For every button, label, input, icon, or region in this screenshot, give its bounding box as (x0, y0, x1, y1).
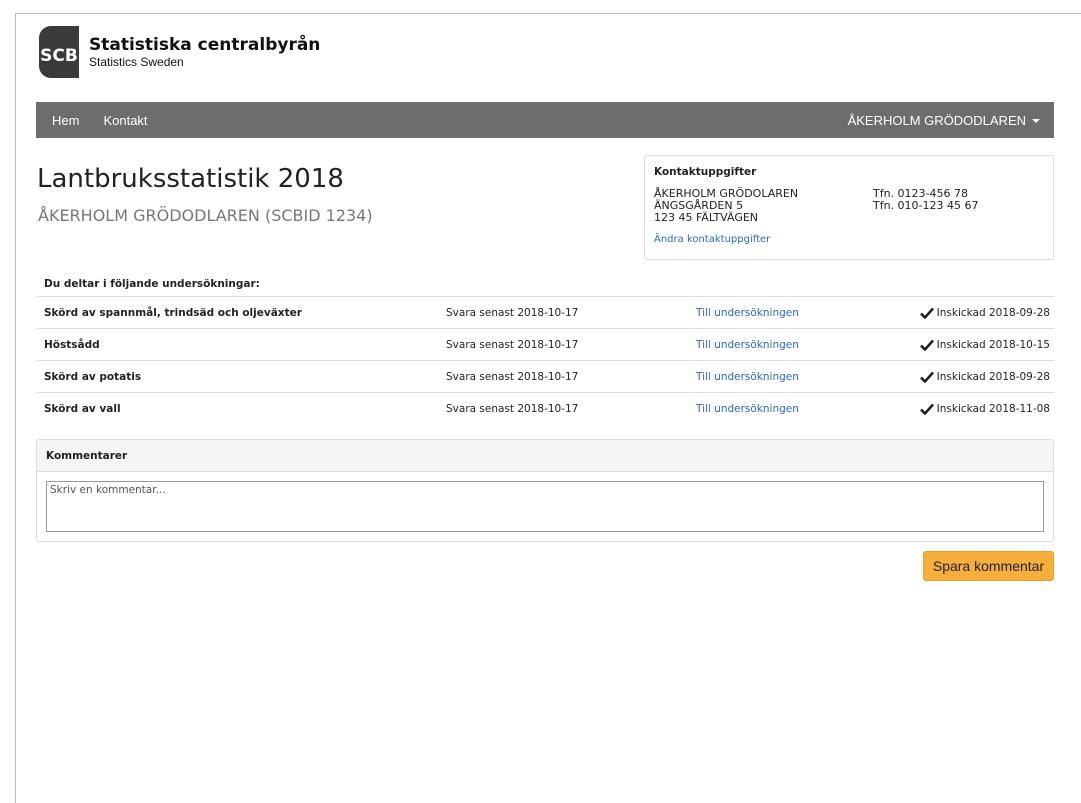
user-menu[interactable]: ÅKERHOLM GRÖDODLAREN (848, 113, 1040, 128)
survey-open-link[interactable]: Till undersökningen (696, 371, 916, 383)
survey-status-text: Inskickad 2018-09-28 (936, 306, 1050, 319)
phone-line: Tfn. 010-123 45 67 (873, 199, 979, 212)
survey-row: Skörd av spannmål, trindsäd och oljeväxt… (36, 296, 1054, 328)
brand-subtitle: Statistics Sweden (89, 54, 184, 69)
survey-status: Inskickad 2018-10-15 (916, 339, 1054, 351)
contact-heading: Kontaktuppgifter (654, 166, 757, 178)
comment-input[interactable] (46, 481, 1044, 532)
contact-details: ÅKERHOLM GRÖDOLAREN ÄNGSGÅRDEN 5 123 45 … (654, 188, 1044, 224)
comments-heading: Kommentarer (37, 440, 1053, 472)
checkmark-icon (919, 307, 934, 319)
nav-item-hem[interactable]: Hem (52, 113, 79, 128)
survey-row: Skörd av vall Svara senast 2018-10-17 Ti… (36, 392, 1054, 424)
survey-list: Skörd av spannmål, trindsäd och oljeväxt… (36, 296, 1054, 424)
contact-card: Kontaktuppgifter ÅKERHOLM GRÖDOLAREN ÄNG… (644, 155, 1054, 260)
caret-down-icon (1032, 119, 1040, 123)
page-subtitle: ÅKERHOLM GRÖDODLAREN (SCBID 1234) (38, 206, 373, 225)
survey-due-date: Svara senast 2018-10-17 (446, 306, 579, 319)
survey-row: Skörd av potatis Svara senast 2018-10-17… (36, 360, 1054, 392)
survey-status-text: Inskickad 2018-11-08 (936, 402, 1050, 415)
survey-open-link[interactable]: Till undersökningen (696, 307, 916, 319)
logo-mark-text: SCB (40, 46, 78, 66)
survey-status-text: Inskickad 2018-09-28 (936, 370, 1050, 383)
survey-name: Skörd av potatis (44, 370, 142, 383)
survey-name: Skörd av spannmål, trindsäd och oljeväxt… (44, 306, 302, 319)
survey-status: Inskickad 2018-09-28 (916, 307, 1054, 319)
survey-name: Höstsådd (44, 338, 100, 351)
survey-open-link[interactable]: Till undersökningen (696, 403, 916, 415)
checkmark-icon (919, 403, 934, 415)
brand-logo[interactable]: SCB Statistiska centralbyrån Statistics … (37, 24, 320, 80)
brand-text: Statistiska centralbyrån Statistics Swed… (89, 34, 321, 69)
survey-status: Inskickad 2018-09-28 (916, 371, 1054, 383)
page-frame: SCB Statistiska centralbyrån Statistics … (15, 13, 1081, 803)
edit-contact-link[interactable]: Ändra kontaktuppgifter (654, 234, 1044, 245)
address-line: 123 45 FÄLTVÄGEN (654, 211, 759, 224)
survey-open-link[interactable]: Till undersökningen (696, 339, 916, 351)
survey-row: Höstsådd Svara senast 2018-10-17 Till un… (36, 328, 1054, 360)
survey-due-date: Svara senast 2018-10-17 (446, 370, 579, 383)
survey-due-date: Svara senast 2018-10-17 (446, 402, 579, 415)
survey-name: Skörd av vall (44, 402, 121, 415)
nav-item-kontakt[interactable]: Kontakt (103, 113, 147, 128)
survey-status-text: Inskickad 2018-10-15 (936, 338, 1050, 351)
checkmark-icon (919, 339, 934, 351)
survey-status: Inskickad 2018-11-08 (916, 403, 1054, 415)
contact-address: ÅKERHOLM GRÖDOLAREN ÄNGSGÅRDEN 5 123 45 … (654, 188, 873, 224)
surveys-heading: Du deltar i följande undersökningar: (44, 278, 260, 290)
comments-body (37, 472, 1053, 545)
brand-title: Statistiska centralbyrån (89, 34, 321, 55)
top-navbar: Hem Kontakt ÅKERHOLM GRÖDODLAREN (36, 102, 1054, 138)
nav-links: Hem Kontakt (52, 113, 148, 128)
contact-phones: Tfn. 0123-456 78 Tfn. 010-123 45 67 (873, 188, 979, 224)
survey-due-date: Svara senast 2018-10-17 (446, 338, 579, 351)
checkmark-icon (919, 371, 934, 383)
comments-panel: Kommentarer (36, 439, 1054, 542)
save-comment-button[interactable]: Spara kommentar (923, 551, 1054, 581)
scb-logo-icon: SCB (39, 26, 79, 78)
user-menu-label: ÅKERHOLM GRÖDODLAREN (847, 112, 1026, 128)
page-title: Lantbruksstatistik 2018 (37, 164, 344, 194)
